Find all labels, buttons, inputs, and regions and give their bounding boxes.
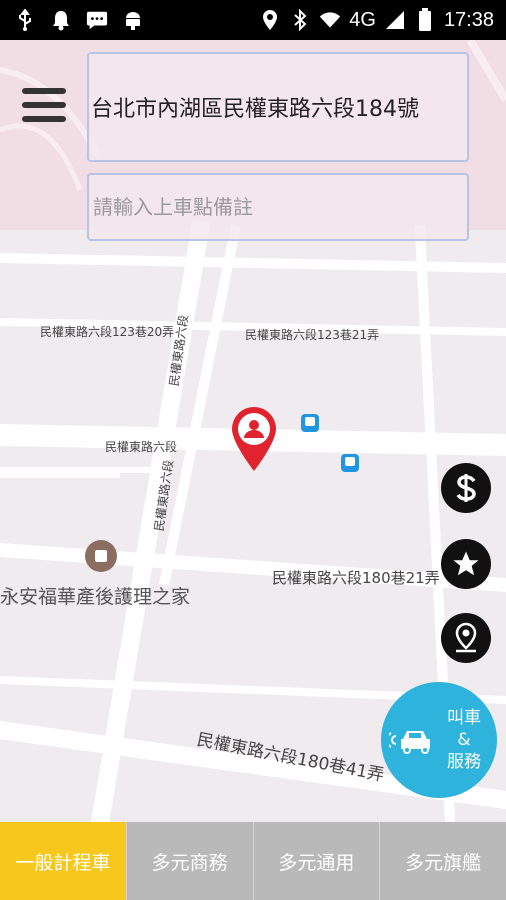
favorite-button[interactable] (441, 539, 491, 589)
pickup-pin-icon (232, 407, 276, 471)
battery-icon (414, 8, 436, 31)
pickup-note-input[interactable] (91, 194, 467, 220)
tab-multi-business[interactable]: 多元商務 (127, 822, 254, 900)
map-label-poi-nursing: 永安福華產後護理之家 (0, 586, 191, 608)
bus-stop-icon[interactable] (301, 414, 319, 432)
map-label-road-main: 民權東路六段 (105, 440, 178, 454)
usb-icon (14, 9, 36, 31)
poi-marker-icon[interactable] (85, 540, 117, 572)
taxi-car-icon (389, 731, 430, 754)
signal-icon (384, 9, 406, 31)
menu-bar (22, 88, 66, 94)
network-type: 4G (349, 8, 376, 31)
menu-bar (22, 102, 66, 108)
status-bar: 4G 17:38 (0, 0, 506, 40)
menu-icon[interactable] (22, 88, 66, 126)
bell-icon (50, 9, 72, 31)
favorite-star-icon (453, 551, 479, 576)
pickup-address-text: 台北市內湖區民權東路六段184號 (91, 97, 419, 122)
map-label-lane-20: 民權東路六段123巷20弄 (40, 325, 175, 339)
wifi-icon (319, 9, 341, 31)
menu-bar (22, 116, 66, 122)
bus-stop-icon[interactable] (341, 454, 359, 472)
tab-multi-universal[interactable]: 多元通用 (254, 822, 381, 900)
bluetooth-icon (289, 9, 311, 31)
clock: 17:38 (443, 8, 494, 31)
saved-location-icon (455, 622, 477, 653)
call-taxi-label: 叫車 & 服務 (447, 708, 481, 772)
message-icon (86, 9, 108, 31)
service-tab-bar: 一般計程車 多元商務 多元通用 多元旗艦 (0, 822, 506, 900)
tab-multi-flagship[interactable]: 多元旗艦 (380, 822, 506, 900)
android-icon (122, 9, 144, 31)
saved-location-button[interactable] (441, 613, 491, 663)
call-taxi-button[interactable]: 叫車 & 服務 (381, 682, 497, 798)
map-label-lane-21: 民權東路六段123巷21弄 (245, 328, 380, 342)
fare-icon (456, 474, 476, 502)
location-icon (259, 9, 281, 31)
map-label-lane-180-21: 民權東路六段180巷21弄 (272, 569, 440, 587)
pickup-address-field[interactable]: 台北市內湖區民權東路六段184號 (87, 52, 469, 162)
tab-general-taxi[interactable]: 一般計程車 (0, 822, 127, 900)
fare-button[interactable] (441, 463, 491, 513)
pickup-note-field[interactable] (87, 173, 469, 241)
